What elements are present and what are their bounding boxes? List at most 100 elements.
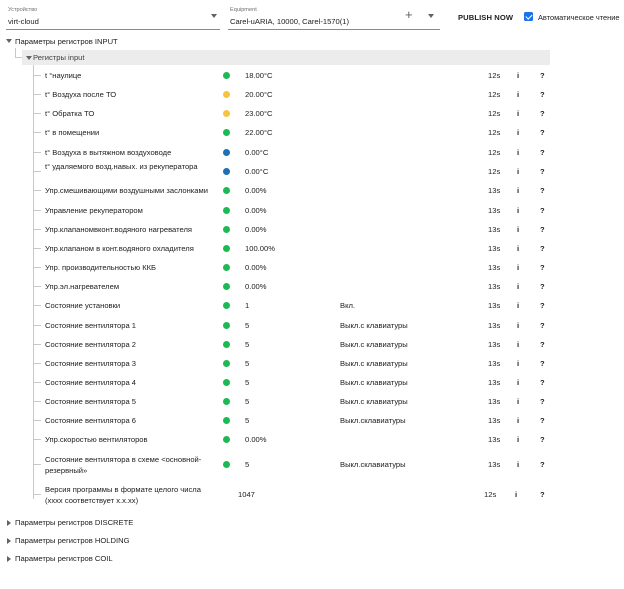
register-name: Упр.смешивающими воздушными заслонками <box>45 186 208 195</box>
help-button[interactable]: ? <box>540 71 545 80</box>
register-name: Состояние вентилятора 5 <box>45 397 137 406</box>
update-age: 13s <box>488 416 501 425</box>
chevron-right-icon[interactable] <box>7 538 11 544</box>
status-indicator <box>223 91 230 98</box>
help-button[interactable]: ? <box>540 167 545 176</box>
info-button[interactable]: i <box>517 460 519 469</box>
help-button[interactable]: ? <box>540 186 545 195</box>
help-button[interactable]: ? <box>540 321 545 330</box>
info-button[interactable]: i <box>517 359 519 368</box>
help-button[interactable]: ? <box>540 397 545 406</box>
update-age: 13s <box>488 301 501 310</box>
info-button[interactable]: i <box>517 225 519 234</box>
status-indicator <box>223 187 230 194</box>
status-indicator <box>223 360 230 367</box>
tree-section-collapsed[interactable]: Параметры регистров COIL <box>0 553 300 565</box>
register-description: Выкл.с клавиатуры <box>340 359 408 368</box>
info-button[interactable]: i <box>517 397 519 406</box>
update-age: 13s <box>488 435 501 444</box>
tree-section-label[interactable]: Параметры регистров DISCRETE <box>15 518 133 527</box>
register-value: 0.00% <box>245 282 267 291</box>
status-indicator <box>223 302 230 309</box>
register-value: 5 <box>245 378 250 387</box>
info-button[interactable]: i <box>517 282 519 291</box>
update-age: 13s <box>488 397 501 406</box>
chevron-right-icon[interactable] <box>7 556 11 562</box>
register-value: 5 <box>245 359 250 368</box>
info-button[interactable]: i <box>517 186 519 195</box>
info-button[interactable]: i <box>517 206 519 215</box>
register-name: Упр.скоростью вентиляторов <box>45 435 148 444</box>
help-button[interactable]: ? <box>540 282 545 291</box>
tree-connector <box>33 113 41 114</box>
info-button[interactable]: i <box>517 167 519 176</box>
tree-connector <box>33 363 41 364</box>
status-indicator <box>223 398 230 405</box>
info-button[interactable]: i <box>517 416 519 425</box>
help-button[interactable]: ? <box>540 109 545 118</box>
info-button[interactable]: i <box>517 435 519 444</box>
info-button[interactable]: i <box>517 71 519 80</box>
info-button[interactable]: i <box>517 263 519 272</box>
help-button[interactable]: ? <box>540 148 545 157</box>
info-button[interactable]: i <box>517 148 519 157</box>
info-button[interactable]: i <box>517 244 519 253</box>
update-age: 13s <box>488 460 501 469</box>
tree-section-label[interactable]: Параметры регистров HOLDING <box>15 536 130 545</box>
tree-connector <box>33 286 41 287</box>
tree-connector <box>33 401 41 402</box>
status-indicator <box>223 283 230 290</box>
info-button[interactable]: i <box>517 109 519 118</box>
help-button[interactable]: ? <box>540 359 545 368</box>
update-age: 13s <box>488 263 501 272</box>
register-name: Состояние вентилятора 1 <box>45 321 137 330</box>
tree-section-collapsed[interactable]: Параметры регистров HOLDING <box>0 535 300 547</box>
update-age: 12s <box>488 148 501 157</box>
tree-section-collapsed[interactable]: Параметры регистров DISCRETE <box>0 517 300 529</box>
info-button[interactable]: i <box>517 128 519 137</box>
update-age: 13s <box>488 359 501 368</box>
info-button[interactable]: i <box>515 490 517 499</box>
tree-connector <box>33 210 41 211</box>
register-name: Состояние вентилятора 4 <box>45 378 137 387</box>
status-indicator <box>223 436 230 443</box>
help-button[interactable]: ? <box>540 263 545 272</box>
register-description: Выкл.склавиатуры <box>340 460 406 469</box>
tree-connector <box>33 229 41 230</box>
update-age: 13s <box>488 321 501 330</box>
help-button[interactable]: ? <box>540 378 545 387</box>
help-button[interactable]: ? <box>540 340 545 349</box>
register-name: t °наулице <box>45 71 82 80</box>
update-age: 13s <box>488 340 501 349</box>
update-age: 13s <box>488 244 501 253</box>
register-name: Состояние вентилятора 2 <box>45 340 137 349</box>
help-button[interactable]: ? <box>540 206 545 215</box>
info-button[interactable]: i <box>517 321 519 330</box>
status-indicator <box>223 379 230 386</box>
help-button[interactable]: ? <box>540 416 545 425</box>
info-button[interactable]: i <box>517 378 519 387</box>
register-name: Версия программы в формате целого числа … <box>45 485 201 505</box>
register-value: 18.00°C <box>245 71 273 80</box>
register-value: 1 <box>245 301 250 310</box>
help-button[interactable]: ? <box>540 225 545 234</box>
help-button[interactable]: ? <box>540 128 545 137</box>
register-name: Упр.эл.нагревателем <box>45 282 120 291</box>
help-button[interactable]: ? <box>540 460 545 469</box>
help-button[interactable]: ? <box>540 244 545 253</box>
tree-section-label[interactable]: Параметры регистров COIL <box>15 554 113 563</box>
info-button[interactable]: i <box>517 301 519 310</box>
help-button[interactable]: ? <box>540 301 545 310</box>
register-value: 1047 <box>238 490 255 499</box>
update-age: 13s <box>488 378 501 387</box>
help-button[interactable]: ? <box>540 490 545 499</box>
help-button[interactable]: ? <box>540 90 545 99</box>
register-value: 5 <box>245 416 250 425</box>
help-button[interactable]: ? <box>540 435 545 444</box>
info-button[interactable]: i <box>517 90 519 99</box>
info-button[interactable]: i <box>517 340 519 349</box>
chevron-right-icon[interactable] <box>7 520 11 526</box>
register-name: Упр.клапаномвконт.водяного нагревателя <box>45 225 193 234</box>
register-description: Выкл.с клавиатуры <box>340 397 408 406</box>
register-value: 23.00°C <box>245 109 273 118</box>
